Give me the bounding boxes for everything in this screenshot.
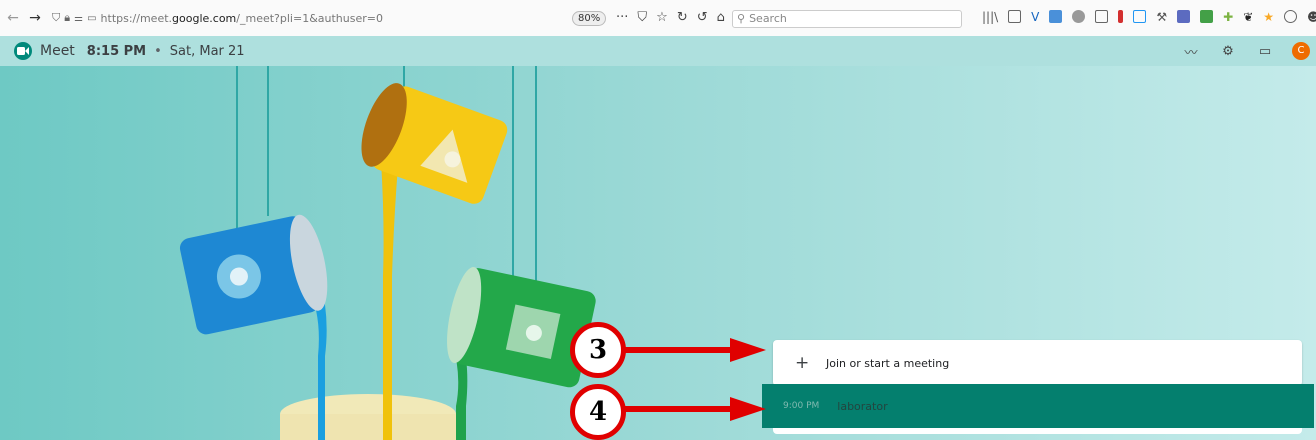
app-name[interactable]: Meet <box>40 43 75 59</box>
scheduled-meeting-item[interactable]: 9:00 PM laborator <box>762 384 1314 428</box>
extension-badge-icon[interactable] <box>1049 10 1063 23</box>
vpn-extension-icon[interactable]: V <box>1031 10 1039 24</box>
dark-extension-icon[interactable]: ❦ <box>1243 10 1253 24</box>
activity-icon[interactable]: 〰 <box>1181 42 1201 61</box>
avatar[interactable]: C <box>1292 42 1310 60</box>
join-meeting-button[interactable]: + Join or start a meeting <box>773 340 1302 386</box>
notification-extension-icon[interactable] <box>1177 10 1191 23</box>
reload-icon[interactable]: ↻ <box>677 10 688 25</box>
annotation-4-arrow <box>624 406 732 412</box>
shield-icon[interactable]: ⛉ <box>52 11 60 25</box>
header-actions: 〰 ⚙ ▭ C <box>1181 36 1316 66</box>
meet-logo-icon[interactable] <box>14 42 32 60</box>
lock-icon[interactable]: 🔒︎ <box>64 11 70 25</box>
browser-toolbar: ← → ⛉ 🔒︎ ⚌ ▭ https://meet.google.com/_me… <box>0 0 1316 36</box>
plus-icon: + <box>795 353 810 373</box>
more-actions-icon[interactable]: ··· <box>616 10 628 25</box>
zoom-indicator[interactable]: 80% <box>572 11 607 26</box>
home-icon[interactable]: ⌂ <box>717 10 725 25</box>
url-text[interactable]: https://meet.google.com/_meet?pli=1&auth… <box>101 12 383 25</box>
meeting-card-bottom <box>773 428 1302 434</box>
leaf-extension-icon[interactable]: ✚ <box>1223 10 1233 24</box>
sidebar-icon[interactable] <box>1008 10 1022 23</box>
account-extension-icon[interactable] <box>1284 10 1298 23</box>
window-extension-icon[interactable] <box>1095 10 1109 23</box>
globe-extension-icon[interactable] <box>1072 10 1086 23</box>
tools-extension-icon[interactable]: ⚒ <box>1156 10 1167 24</box>
current-time: 8:15 PM <box>86 43 147 59</box>
header-separator: • <box>154 43 162 59</box>
save-extension-icon[interactable] <box>1133 10 1147 23</box>
annotation-3-arrowhead <box>730 338 766 362</box>
feedback-icon[interactable]: ▭ <box>1255 44 1275 59</box>
settings-icon[interactable]: ⚙ <box>1218 44 1238 59</box>
extension-icons: |||\ V ⚒ ✚ ❦ ★ ☻ <box>982 10 1316 24</box>
search-input[interactable]: ⚲ Search <box>732 10 962 28</box>
star-extension-icon[interactable]: ★ <box>1263 10 1274 24</box>
annotation-4-circle: 4 <box>570 384 626 440</box>
incognito-extension-icon[interactable]: ☻ <box>1307 10 1316 24</box>
paint-bucket <box>280 394 456 440</box>
page-actions: ··· ⛉ ☆ ↻ ↺ ⌂ <box>616 10 725 25</box>
green-extension-icon[interactable] <box>1200 10 1214 23</box>
red-extension-icon[interactable] <box>1118 10 1124 23</box>
url-bar[interactable]: ⛉ 🔒︎ ⚌ ▭ https://meet.google.com/_meet?p… <box>52 6 383 30</box>
meeting-time: 9:00 PM <box>783 401 820 411</box>
search-placeholder: Search <box>749 12 787 25</box>
annotation-3-arrow <box>624 347 732 353</box>
camera-permission-icon[interactable]: ▭ <box>87 13 96 24</box>
permissions-icon[interactable]: ⚌ <box>74 13 83 24</box>
meet-header: Meet 8:15 PM • Sat, Mar 21 〰 ⚙ ▭ C <box>0 36 1316 66</box>
sync-icon[interactable]: ↺ <box>697 10 708 25</box>
forward-icon[interactable]: → <box>26 10 44 26</box>
pocket-icon[interactable]: ⛉ <box>637 10 647 25</box>
meeting-name: laborator <box>837 399 888 413</box>
annotation-3-circle: 3 <box>570 322 626 378</box>
current-date: Sat, Mar 21 <box>169 43 245 59</box>
bookmark-star-icon[interactable]: ☆ <box>656 10 668 25</box>
annotation-4-arrowhead <box>730 397 766 421</box>
back-icon[interactable]: ← <box>4 10 22 26</box>
search-icon: ⚲ <box>737 12 746 25</box>
join-meeting-label: Join or start a meeting <box>826 356 950 370</box>
library-icon[interactable]: |||\ <box>982 10 998 24</box>
